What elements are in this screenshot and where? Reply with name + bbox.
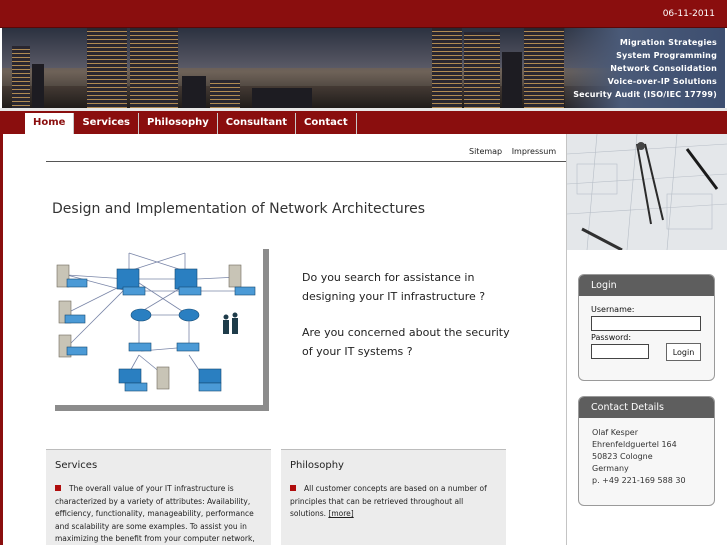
page: 06-11-2011 Migration Strategies System P… xyxy=(0,0,727,545)
contact-panel: Contact Details Olaf Kesper Ehrenfeldgue… xyxy=(578,396,715,506)
question-line: designing your IT infrastructure ? xyxy=(302,290,486,303)
top-bar: 06-11-2011 xyxy=(0,0,727,28)
nav-consultant[interactable]: Consultant xyxy=(217,113,297,134)
frame-left-border xyxy=(0,134,3,545)
contact-address: Olaf Kesper Ehrenfeldguertel 164 50823 C… xyxy=(592,427,686,487)
banner-building xyxy=(252,88,312,108)
question-infrastructure: Do you search for assistance in designin… xyxy=(302,268,532,306)
banner-services-panel: Migration Strategies System Programming … xyxy=(565,28,725,108)
banner-service-item[interactable]: Voice-over-IP Solutions xyxy=(573,75,717,88)
banner-building xyxy=(182,76,206,108)
banner-building xyxy=(432,28,462,108)
services-box: Services The overall value of your IT in… xyxy=(46,449,271,545)
page-title: Design and Implementation of Network Arc… xyxy=(52,201,426,217)
login-panel: Login Username: Password: Login xyxy=(578,274,715,381)
login-button[interactable]: Login xyxy=(666,343,701,361)
contact-country: Germany xyxy=(592,464,629,473)
question-line: Are you concerned about the security xyxy=(302,326,510,339)
password-input[interactable] xyxy=(591,344,649,359)
utility-links: Sitemap Impressum xyxy=(469,147,563,156)
password-label: Password: xyxy=(591,333,632,342)
bullet-square-icon xyxy=(290,485,296,491)
banner-service-item[interactable]: Migration Strategies xyxy=(573,36,717,49)
date-label: 06-11-2011 xyxy=(662,9,715,19)
question-line: Do you search for assistance in xyxy=(302,271,475,284)
blueprint-image xyxy=(567,134,727,250)
question-line: of your IT systems ? xyxy=(302,345,413,358)
services-box-title: Services xyxy=(55,460,98,471)
philosophy-more-link[interactable]: [more] xyxy=(328,509,353,518)
banner-building xyxy=(502,52,522,108)
services-text: The overall value of your IT infrastruct… xyxy=(55,484,255,543)
banner-service-item[interactable]: Network Consolidation xyxy=(573,62,717,75)
banner-building xyxy=(87,28,127,108)
login-panel-title: Login xyxy=(579,275,714,296)
main-nav: Home Services Philosophy Consultant Cont… xyxy=(0,108,727,134)
contact-phone: p. +49 221-169 588 30 xyxy=(592,476,686,485)
contact-panel-title: Contact Details xyxy=(579,397,714,418)
question-security: Are you concerned about the security of … xyxy=(302,323,532,361)
nav-tabs: Home Services Philosophy Consultant Cont… xyxy=(25,113,357,134)
banner-services-list: Migration Strategies System Programming … xyxy=(573,36,717,101)
banner-building xyxy=(210,80,240,108)
sitemap-link[interactable]: Sitemap xyxy=(469,147,502,156)
contact-city: 50823 Cologne xyxy=(592,452,653,461)
nav-home[interactable]: Home xyxy=(25,113,75,134)
divider xyxy=(46,161,566,162)
philosophy-box-title: Philosophy xyxy=(290,460,344,471)
services-box-text: The overall value of your IT infrastruct… xyxy=(55,483,265,545)
header-banner: Migration Strategies System Programming … xyxy=(2,28,725,108)
banner-building xyxy=(130,28,178,108)
nav-services[interactable]: Services xyxy=(74,113,139,134)
banner-building xyxy=(12,46,30,108)
nav-contact[interactable]: Contact xyxy=(296,113,357,134)
banner-building xyxy=(32,64,44,108)
contact-street: Ehrenfeldguertel 164 xyxy=(592,440,677,449)
contact-name: Olaf Kesper xyxy=(592,428,639,437)
impressum-link[interactable]: Impressum xyxy=(512,147,556,156)
username-label: Username: xyxy=(591,305,635,314)
bullet-square-icon xyxy=(55,485,61,491)
username-input[interactable] xyxy=(591,316,701,331)
philosophy-text: All customer concepts are based on a num… xyxy=(290,484,487,518)
banner-service-item[interactable]: System Programming xyxy=(573,49,717,62)
philosophy-box: Philosophy All customer concepts are bas… xyxy=(281,449,506,545)
network-diagram-image xyxy=(49,243,269,411)
banner-service-item[interactable]: Security Audit (ISO/IEC 17799) xyxy=(573,88,717,101)
banner-building xyxy=(464,32,500,108)
philosophy-box-text: All customer concepts are based on a num… xyxy=(290,483,500,521)
nav-philosophy[interactable]: Philosophy xyxy=(138,113,218,134)
banner-building xyxy=(524,28,564,108)
